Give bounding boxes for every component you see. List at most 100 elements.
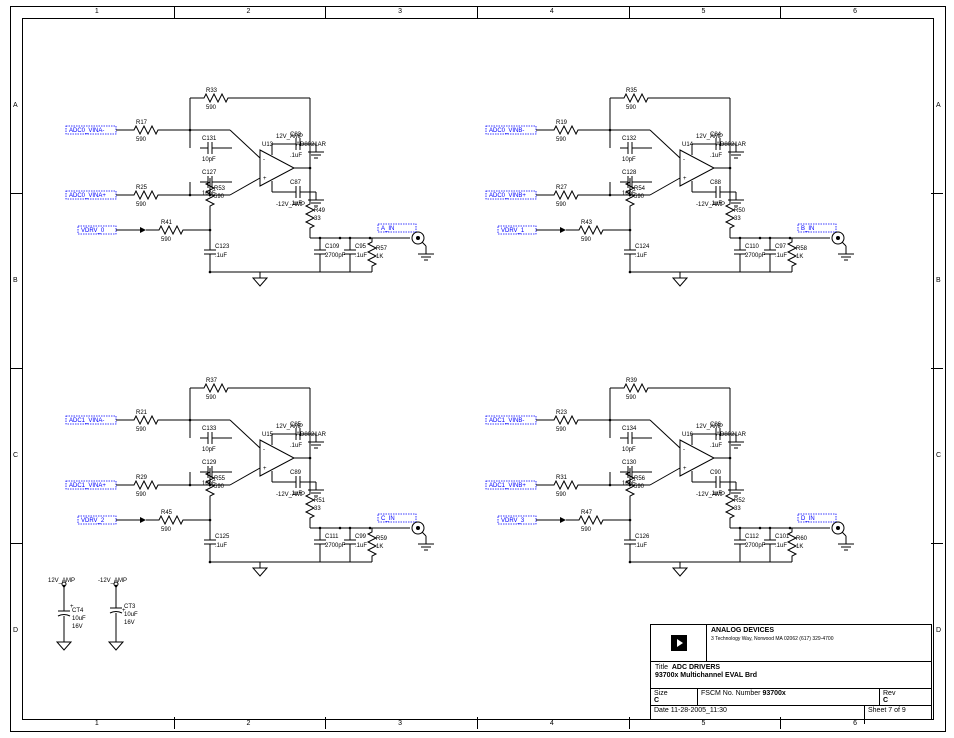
- svg-text:C109: C109: [325, 244, 340, 250]
- svg-text:ADC1_VINA+: ADC1_VINA+: [69, 483, 106, 489]
- svg-text:10pF: 10pF: [622, 157, 636, 163]
- svg-text:C129: C129: [202, 460, 217, 466]
- svg-text:R53: R53: [214, 186, 226, 192]
- svg-text:.1uF: .1uF: [775, 253, 787, 259]
- tb-rev: C: [883, 697, 888, 704]
- svg-text:C112: C112: [745, 534, 760, 540]
- svg-text:D_IN: D_IN: [801, 516, 815, 522]
- svg-text:590: 590: [581, 527, 592, 533]
- svg-text:C97: C97: [775, 244, 787, 250]
- svg-text:-: -: [683, 447, 685, 453]
- svg-text:16V: 16V: [72, 624, 83, 630]
- svg-text:C87: C87: [290, 180, 302, 186]
- svg-text:590: 590: [556, 427, 567, 433]
- tb-size: C: [654, 697, 659, 704]
- svg-text:R56: R56: [634, 476, 646, 482]
- svg-text:-: -: [263, 157, 265, 163]
- svg-text:10pF: 10pF: [202, 157, 216, 163]
- tb-date: 11-28-2005_11:30: [671, 707, 727, 714]
- svg-text:R35: R35: [626, 88, 638, 94]
- svg-text:C86: C86: [710, 422, 722, 428]
- svg-text:.1uF: .1uF: [710, 491, 722, 497]
- svg-text:590: 590: [556, 137, 567, 143]
- svg-text:.1uF: .1uF: [355, 543, 367, 549]
- svg-text:C125: C125: [215, 534, 230, 540]
- svg-text:.1uF: .1uF: [290, 491, 302, 497]
- svg-text:2700pF: 2700pF: [325, 543, 346, 549]
- svg-text:.1uF: .1uF: [775, 543, 787, 549]
- svg-text:VDRV_2: VDRV_2: [81, 518, 105, 524]
- svg-text:VDRV_0: VDRV_0: [81, 228, 105, 234]
- svg-text:12V_AMP: 12V_AMP: [48, 578, 75, 584]
- svg-text:R21: R21: [136, 410, 148, 416]
- circuit-ch3: ADC1_VINB-ADC1_VINB+VDRV_3R23590R31590R4…: [480, 350, 870, 610]
- tb-addr: 3 Technology Way, Norwood MA 02062 (617)…: [711, 636, 833, 642]
- svg-text:.1uF: .1uF: [355, 253, 367, 259]
- svg-text:R50: R50: [734, 208, 746, 214]
- svg-text:.1uF: .1uF: [710, 153, 722, 159]
- svg-text:ADC0_VINA+: ADC0_VINA+: [69, 193, 106, 199]
- svg-text:C132: C132: [622, 136, 637, 142]
- svg-text:.1uF: .1uF: [290, 201, 302, 207]
- svg-text:.1uF: .1uF: [635, 253, 647, 259]
- svg-text:.1uF: .1uF: [710, 201, 722, 207]
- svg-text:R47: R47: [581, 510, 593, 516]
- tb-sheet: 7 of 9: [888, 707, 906, 714]
- svg-text:R25: R25: [136, 185, 148, 191]
- svg-text:R31: R31: [556, 475, 568, 481]
- svg-text:C90: C90: [710, 470, 722, 476]
- tb-company: ANALOG DEVICES: [711, 627, 774, 634]
- svg-text:33: 33: [314, 506, 321, 512]
- svg-text:590: 590: [634, 194, 645, 200]
- svg-text:R49: R49: [314, 208, 326, 214]
- svg-text:R19: R19: [556, 120, 568, 126]
- svg-text:590: 590: [206, 395, 217, 401]
- svg-text:10pF: 10pF: [202, 447, 216, 453]
- svg-text:R58: R58: [796, 246, 808, 252]
- svg-text:C123: C123: [215, 244, 230, 250]
- svg-text:ADC1_VINB+: ADC1_VINB+: [489, 483, 526, 489]
- svg-text:C130: C130: [622, 460, 637, 466]
- svg-text:C128: C128: [622, 170, 637, 176]
- svg-text:ADC1_VINA-: ADC1_VINA-: [69, 418, 104, 424]
- svg-text:R29: R29: [136, 475, 148, 481]
- tb-number: 93700x: [762, 690, 785, 697]
- circuit-ch2: ADC1_VINA-ADC1_VINA+VDRV_2R21590R29590R4…: [60, 350, 450, 610]
- svg-text:590: 590: [161, 237, 172, 243]
- svg-text:.1uF: .1uF: [215, 253, 227, 259]
- svg-text:.1uF: .1uF: [290, 443, 302, 449]
- svg-text:ADC0_VINA-: ADC0_VINA-: [69, 128, 104, 134]
- svg-text:590: 590: [161, 527, 172, 533]
- svg-text:C88: C88: [710, 180, 722, 186]
- svg-text:.1uF: .1uF: [290, 153, 302, 159]
- adi-logo-icon: [671, 635, 687, 651]
- svg-text:590: 590: [206, 105, 217, 111]
- svg-text:+: +: [683, 466, 687, 472]
- svg-text:C131: C131: [202, 136, 217, 142]
- svg-text:R23: R23: [556, 410, 568, 416]
- svg-text:R59: R59: [376, 536, 388, 542]
- svg-text:A_IN: A_IN: [381, 226, 394, 232]
- svg-text:C_IN: C_IN: [381, 516, 395, 522]
- svg-text:CT3: CT3: [124, 604, 136, 610]
- svg-text:C85: C85: [290, 422, 302, 428]
- bulk-decoupling: 12V_AMP+CT410uF16V-12V_AMP+CT310uF16V: [44, 572, 154, 702]
- svg-text:590: 590: [634, 484, 645, 490]
- svg-text:590: 590: [214, 484, 225, 490]
- svg-text:590: 590: [581, 237, 592, 243]
- svg-text:16V: 16V: [124, 620, 135, 626]
- svg-text:AD8021AR: AD8021AR: [716, 142, 747, 148]
- svg-text:+: +: [263, 176, 267, 182]
- svg-text:590: 590: [556, 492, 567, 498]
- svg-text:1K: 1K: [376, 544, 383, 550]
- schematic-sheet: 112233445566AABBCCDD ADC0_VINA-ADC0_VINA…: [0, 0, 954, 738]
- svg-text:-12V_AMP: -12V_AMP: [98, 578, 127, 584]
- svg-text:R54: R54: [634, 186, 646, 192]
- svg-text:R17: R17: [136, 120, 148, 126]
- svg-text:R55: R55: [214, 476, 226, 482]
- svg-text:R41: R41: [161, 220, 173, 226]
- svg-text:C134: C134: [622, 426, 637, 432]
- svg-text:2700pF: 2700pF: [745, 543, 766, 549]
- svg-text:.1uF: .1uF: [710, 443, 722, 449]
- svg-text:ADC0_VINB+: ADC0_VINB+: [489, 193, 526, 199]
